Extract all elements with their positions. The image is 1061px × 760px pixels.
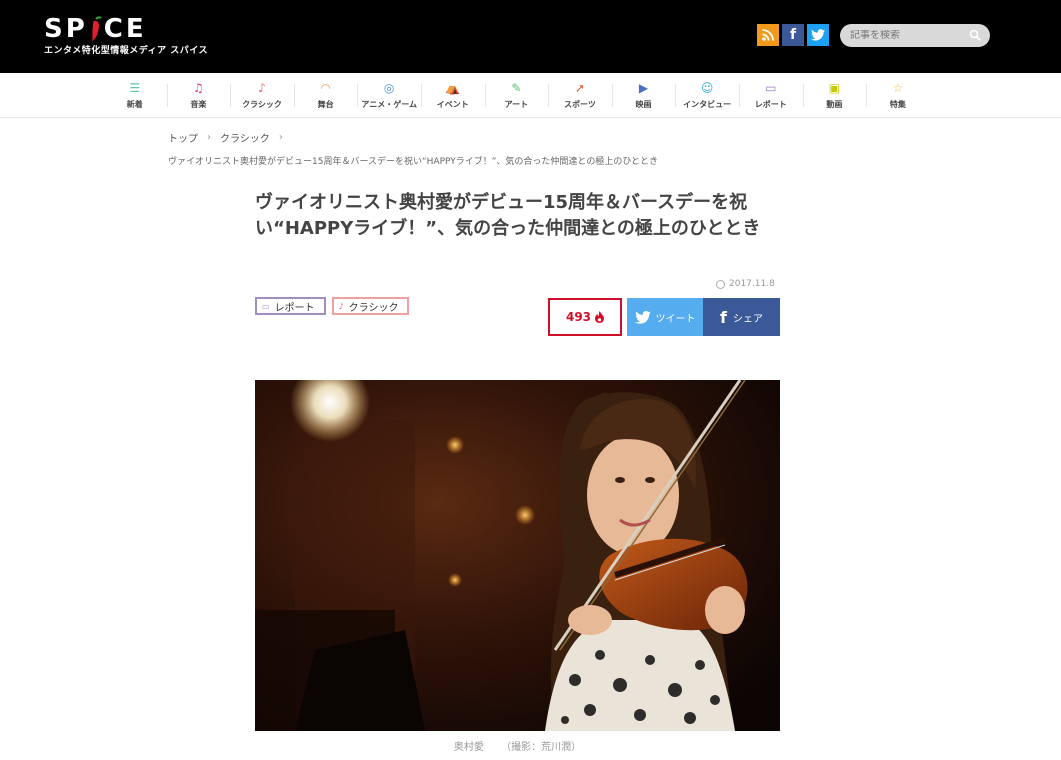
category-nav-items: ☰ 新着 ♫ 音楽 ♪ クラシック ◠ 舞台 ◎ アニメ・ゲーム ⛺ イベント ✎ アート ➚ スポーツ ▶ 映画… xyxy=(103,73,930,118)
article-photo xyxy=(255,380,780,731)
tweet-label: ツイート xyxy=(655,313,696,325)
camera-icon: ▶ xyxy=(638,80,649,95)
nav-item-label: アニメ・ゲーム xyxy=(361,99,417,109)
palette-icon: ✎ xyxy=(511,80,522,95)
nav-item-label: 舞台 xyxy=(317,99,334,109)
nav-item-10[interactable]: ▭ レポート xyxy=(738,73,803,118)
social-links: f xyxy=(757,24,829,46)
gamepad-icon: ◎ xyxy=(383,80,395,95)
caption-name: 奥村愛 xyxy=(453,742,484,753)
star-icon: ☆ xyxy=(892,80,904,95)
violin-icon: ♪ xyxy=(338,301,344,311)
people-icon: ☺ xyxy=(700,80,714,95)
runner-icon: ➚ xyxy=(574,80,585,95)
nav-item-12[interactable]: ☆ 特集 xyxy=(866,73,930,118)
tweet-button[interactable]: ツイート xyxy=(627,298,703,336)
report-icon: ▭ xyxy=(765,80,777,95)
nav-item-label: クラシック xyxy=(242,99,282,109)
nav-item-3[interactable]: ◠ 舞台 xyxy=(293,73,358,118)
search-input[interactable] xyxy=(840,30,960,41)
tag-report[interactable]: ▭ レポート xyxy=(255,297,326,315)
publish-date-text: 2017.11.8 xyxy=(729,279,775,289)
photo-caption: 奥村愛 （撮影：荒川潤） xyxy=(255,738,780,753)
breadcrumb-top-link[interactable]: トップ xyxy=(168,130,198,145)
category-nav: ☰ 新着 ♫ 音楽 ♪ クラシック ◠ 舞台 ◎ アニメ・ゲーム ⛺ イベント ✎ アート ➚ スポーツ ▶ 映画… xyxy=(0,73,1061,118)
facebook-icon: f xyxy=(789,27,797,43)
nav-item-label: アート xyxy=(504,99,529,109)
caption-credit: （撮影：荒川潤） xyxy=(501,742,582,753)
tent-icon: ⛺ xyxy=(445,80,461,95)
nav-item-label: 新着 xyxy=(126,99,143,109)
chevron-right-icon: › xyxy=(278,132,283,143)
tag-classic-label: クラシック xyxy=(348,302,399,314)
music-note-icon: ♫ xyxy=(193,80,204,95)
nav-item-7[interactable]: ➚ スポーツ xyxy=(548,73,612,118)
nav-item-2[interactable]: ♪ クラシック xyxy=(230,73,294,118)
nav-item-label: 動画 xyxy=(826,99,843,109)
nav-item-label: レポート xyxy=(754,99,787,109)
like-count: 493 xyxy=(565,310,592,324)
breadcrumb-current-page: ヴァイオリニスト奥村愛がデビュー15周年＆バースデーを祝い“HAPPYライブ！”… xyxy=(168,157,659,167)
article-tags: ▭ レポート ♪ クラシック xyxy=(255,297,410,315)
nav-item-8[interactable]: ▶ 映画 xyxy=(611,73,676,118)
nav-item-0[interactable]: ☰ 新着 xyxy=(103,73,167,118)
spice-logo[interactable]: SP CE エンタメ特化型情報メディア スパイス xyxy=(44,14,208,56)
article-title: ヴァイオリニスト奥村愛がデビュー15周年＆バースデーを祝い“HAPPYライブ！”… xyxy=(255,192,761,239)
rss-icon xyxy=(762,29,774,41)
nav-item-label: イベント xyxy=(436,99,469,109)
breadcrumb-classic-link[interactable]: クラシック xyxy=(220,130,270,145)
nav-item-4[interactable]: ◎ アニメ・ゲーム xyxy=(357,73,421,118)
chevron-right-icon: › xyxy=(207,132,211,143)
share-label: シェア xyxy=(732,313,763,325)
nav-item-5[interactable]: ⛺ イベント xyxy=(420,73,485,118)
nav-item-6[interactable]: ✎ アート xyxy=(484,73,549,118)
facebook-icon: f xyxy=(720,307,727,327)
nav-item-label: 映画 xyxy=(635,99,652,109)
publish-date: 2017.11.8 xyxy=(716,279,775,289)
search-icon[interactable] xyxy=(969,29,981,41)
flame-icon xyxy=(595,311,605,323)
video-icon: ▣ xyxy=(828,80,840,95)
logo-wordmark: SP CE xyxy=(44,14,147,44)
logo-subtitle: エンタメ特化型情報メディア スパイス xyxy=(44,46,208,56)
nav-item-label: 特集 xyxy=(889,99,906,109)
facebook-button[interactable]: f xyxy=(782,24,804,46)
facebook-share-button[interactable]: f シェア xyxy=(703,298,780,336)
nav-item-label: スポーツ xyxy=(564,99,596,109)
twitter-icon xyxy=(811,29,825,41)
share-bar: 493 ツイート f シェア xyxy=(548,298,780,336)
like-count-button[interactable]: 493 xyxy=(548,298,622,336)
nav-item-11[interactable]: ▣ 動画 xyxy=(802,73,867,118)
site-header: SP CE エンタメ特化型情報メディア スパイス f xyxy=(0,0,1061,73)
list-icon: ☰ xyxy=(129,80,141,95)
violinist-photo-illustration xyxy=(255,380,780,731)
violin-icon: ♪ xyxy=(258,80,266,95)
nav-item-1[interactable]: ♫ 音楽 xyxy=(166,73,231,118)
search-box xyxy=(840,24,990,47)
rss-button[interactable] xyxy=(757,24,779,46)
report-icon: ▭ xyxy=(262,301,270,311)
nav-item-9[interactable]: ☺ インタビュー xyxy=(675,73,739,118)
stage-icon: ◠ xyxy=(320,80,331,95)
twitter-button[interactable] xyxy=(807,24,829,46)
nav-item-label: インタビュー xyxy=(683,99,732,109)
twitter-icon xyxy=(634,310,651,324)
breadcrumb: トップ › クラシック › xyxy=(168,130,292,145)
tag-report-label: レポート xyxy=(274,302,315,314)
clock-icon xyxy=(716,279,725,289)
nav-item-label: 音楽 xyxy=(190,99,207,109)
tag-classic[interactable]: ♪ クラシック xyxy=(331,297,410,315)
chili-pepper-icon xyxy=(91,16,102,41)
